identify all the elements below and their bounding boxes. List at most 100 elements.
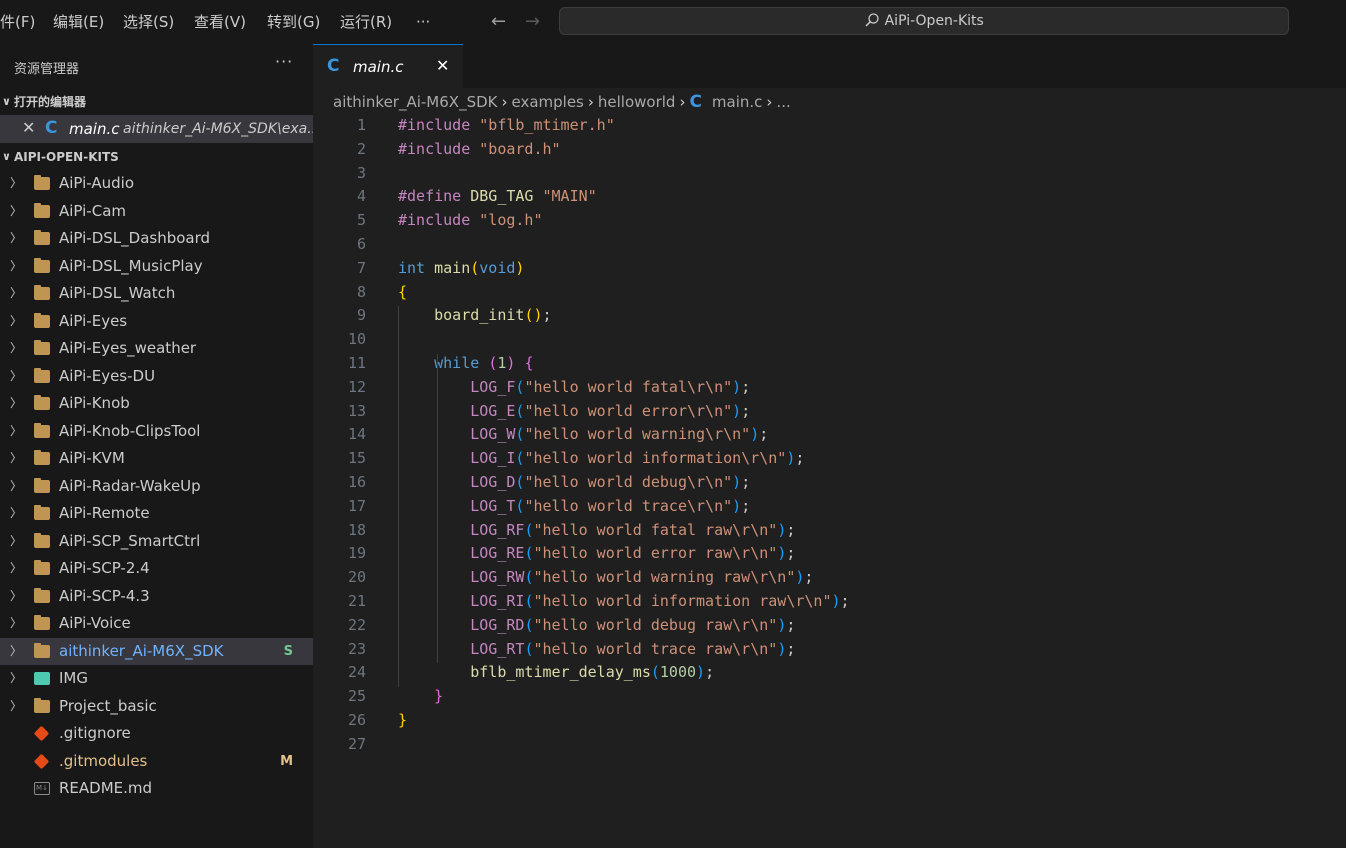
code-line: #include "log.h"	[398, 211, 543, 230]
close-icon[interactable]: ✕	[436, 56, 449, 75]
folder-icon	[34, 312, 50, 328]
command-center-search[interactable]: AiPi-Open-Kits	[559, 7, 1289, 35]
git-status-badge: M	[280, 753, 293, 769]
line-number: 5	[356, 211, 366, 230]
chevron-right-icon: 〉	[10, 286, 23, 300]
code-line: LOG_W("hello world warning\r\n");	[470, 425, 769, 444]
code-line: LOG_F("hello world fatal\r\n");	[470, 377, 751, 396]
explorer-more-button[interactable]: ···	[275, 52, 293, 71]
tree-item[interactable]: 〉 Project_basic	[0, 693, 313, 720]
tree-item[interactable]: .gitmodules M	[0, 748, 313, 775]
workspace-header[interactable]: ∨ AIPI-OPEN-KITS	[0, 144, 313, 170]
close-icon[interactable]: ✕	[22, 118, 35, 137]
chevron-right-icon: 〉	[10, 176, 23, 190]
code-line: LOG_T("hello world trace\r\n");	[470, 496, 751, 515]
code-line: #define DBG_TAG "MAIN"	[398, 187, 597, 206]
menu-more-button[interactable]: ···	[416, 0, 430, 44]
menu-run[interactable]: 运行(R)	[340, 0, 392, 44]
chevron-right-icon: 〉	[10, 671, 23, 685]
folder-icon	[34, 532, 50, 548]
menu-go[interactable]: 转到(G)	[267, 0, 320, 44]
arrow-left-icon[interactable]: ←	[491, 11, 506, 32]
chevron-right-icon: 〉	[10, 643, 23, 658]
tree-item[interactable]: 〉 AiPi-Knob-ClipsTool	[0, 418, 313, 445]
tree-item[interactable]: 〉 IMG	[0, 665, 313, 692]
tree-item[interactable]: 〉 AiPi-Audio	[0, 170, 313, 197]
breadcrumb-item[interactable]: aithinker_Ai-M6X_SDK	[333, 93, 497, 111]
tree-item-label: .gitmodules	[59, 751, 148, 770]
chevron-right-icon: ›	[766, 93, 773, 111]
folder-icon	[34, 642, 50, 658]
line-number: 2	[356, 139, 366, 158]
line-number: 13	[347, 401, 366, 420]
folder-icon	[34, 285, 50, 300]
tab-main-c[interactable]: C main.c ✕	[313, 44, 463, 88]
tree-item[interactable]: 〉 AiPi-Remote	[0, 500, 313, 527]
tree-item[interactable]: .gitignore	[0, 720, 313, 747]
open-editors-label: 打开的编辑器	[14, 95, 87, 109]
code-line: LOG_RF("hello world fatal raw\r\n");	[470, 520, 796, 539]
tree-item-label: AiPi-Knob-ClipsTool	[59, 421, 201, 440]
tree-item-label: AiPi-KVM	[59, 449, 125, 467]
tree-item[interactable]: 〉 AiPi-DSL_Watch	[0, 280, 313, 307]
line-number: 27	[347, 734, 366, 753]
tree-item-label: AiPi-Knob	[59, 394, 130, 412]
menu-edit[interactable]: 编辑(E)	[53, 0, 104, 44]
open-editor-item[interactable]: ✕ C main.c aithinker_Ai-M6X_SDK\exa...	[0, 115, 321, 143]
line-number: 15	[347, 449, 366, 468]
markdown-icon: M↓	[34, 782, 50, 795]
folder-icon	[34, 175, 50, 190]
code-line: LOG_I("hello world information\r\n");	[470, 449, 805, 468]
tree-item[interactable]: 〉 AiPi-Eyes-DU	[0, 363, 313, 390]
tree-item[interactable]: 〉 AiPi-DSL_Dashboard	[0, 225, 313, 252]
line-number: 11	[347, 354, 366, 372]
tree-item[interactable]: 〉 AiPi-SCP_SmartCtrl	[0, 528, 313, 555]
menu-file[interactable]: 件(F)	[0, 0, 35, 44]
tree-item-label: AiPi-Eyes_weather	[59, 339, 197, 357]
tree-item[interactable]: 〉 AiPi-Cam	[0, 198, 313, 225]
tree-item-label: AiPi-Voice	[59, 614, 131, 632]
line-number: 25	[347, 687, 366, 706]
tree-item[interactable]: 〉 AiPi-SCP-4.3	[0, 583, 313, 610]
chevron-right-icon: 〉	[10, 231, 23, 245]
breadcrumb-item[interactable]: ...	[776, 93, 790, 111]
breadcrumb-item[interactable]: main.c	[712, 93, 763, 111]
folder-icon	[34, 697, 50, 713]
menu-view[interactable]: 查看(V)	[194, 0, 246, 44]
folder-icon	[34, 422, 50, 438]
chevron-right-icon: 〉	[10, 341, 23, 355]
tree-item[interactable]: 〉 AiPi-Eyes_weather	[0, 335, 313, 362]
code-line: LOG_D("hello world debug\r\n");	[470, 473, 751, 491]
tree-item-label: AiPi-DSL_Dashboard	[59, 229, 211, 247]
chevron-right-icon: ›	[501, 93, 508, 111]
tree-item[interactable]: 〉 AiPi-KVM	[0, 445, 313, 472]
tree-item[interactable]: 〉 AiPi-SCP-2.4	[0, 555, 313, 582]
menu-selection[interactable]: 选择(S)	[123, 0, 174, 44]
breadcrumb-item[interactable]: helloworld	[598, 93, 676, 111]
tree-item-label: aithinker_Ai-M6X_SDK	[59, 641, 224, 660]
line-number: 4	[356, 187, 366, 206]
tree-item[interactable]: 〉 AiPi-DSL_MusicPlay	[0, 253, 313, 280]
line-number: 6	[356, 235, 366, 253]
chevron-right-icon: ›	[587, 93, 594, 111]
tree-item[interactable]: 〉 AiPi-Voice	[0, 610, 313, 637]
line-number: 1	[356, 116, 366, 134]
open-editors-header[interactable]: ∨ 打开的编辑器	[0, 89, 313, 115]
line-number: 16	[347, 473, 366, 491]
tree-item[interactable]: 〉 AiPi-Eyes	[0, 308, 313, 335]
chevron-right-icon: 〉	[10, 203, 23, 218]
breadcrumb-item[interactable]: examples	[511, 93, 583, 111]
tree-item[interactable]: 〉 aithinker_Ai-M6X_SDK S	[0, 637, 313, 665]
tree-item-label: AiPi-SCP_SmartCtrl	[59, 531, 201, 550]
search-icon	[865, 13, 879, 27]
tree-item[interactable]: 〉 AiPi-Radar-WakeUp	[0, 473, 313, 500]
chevron-right-icon: 〉	[10, 396, 23, 410]
tree-item[interactable]: 〉 AiPi-Knob	[0, 390, 313, 417]
tree-item-label: .gitignore	[59, 724, 131, 742]
arrow-right-icon[interactable]: →	[525, 11, 540, 32]
folder-icon	[34, 230, 50, 245]
tree-item[interactable]: M↓ README.md	[0, 775, 313, 802]
folder-icon	[34, 587, 50, 603]
chevron-right-icon: 〉	[10, 258, 23, 273]
tab-label: main.c	[353, 58, 404, 76]
